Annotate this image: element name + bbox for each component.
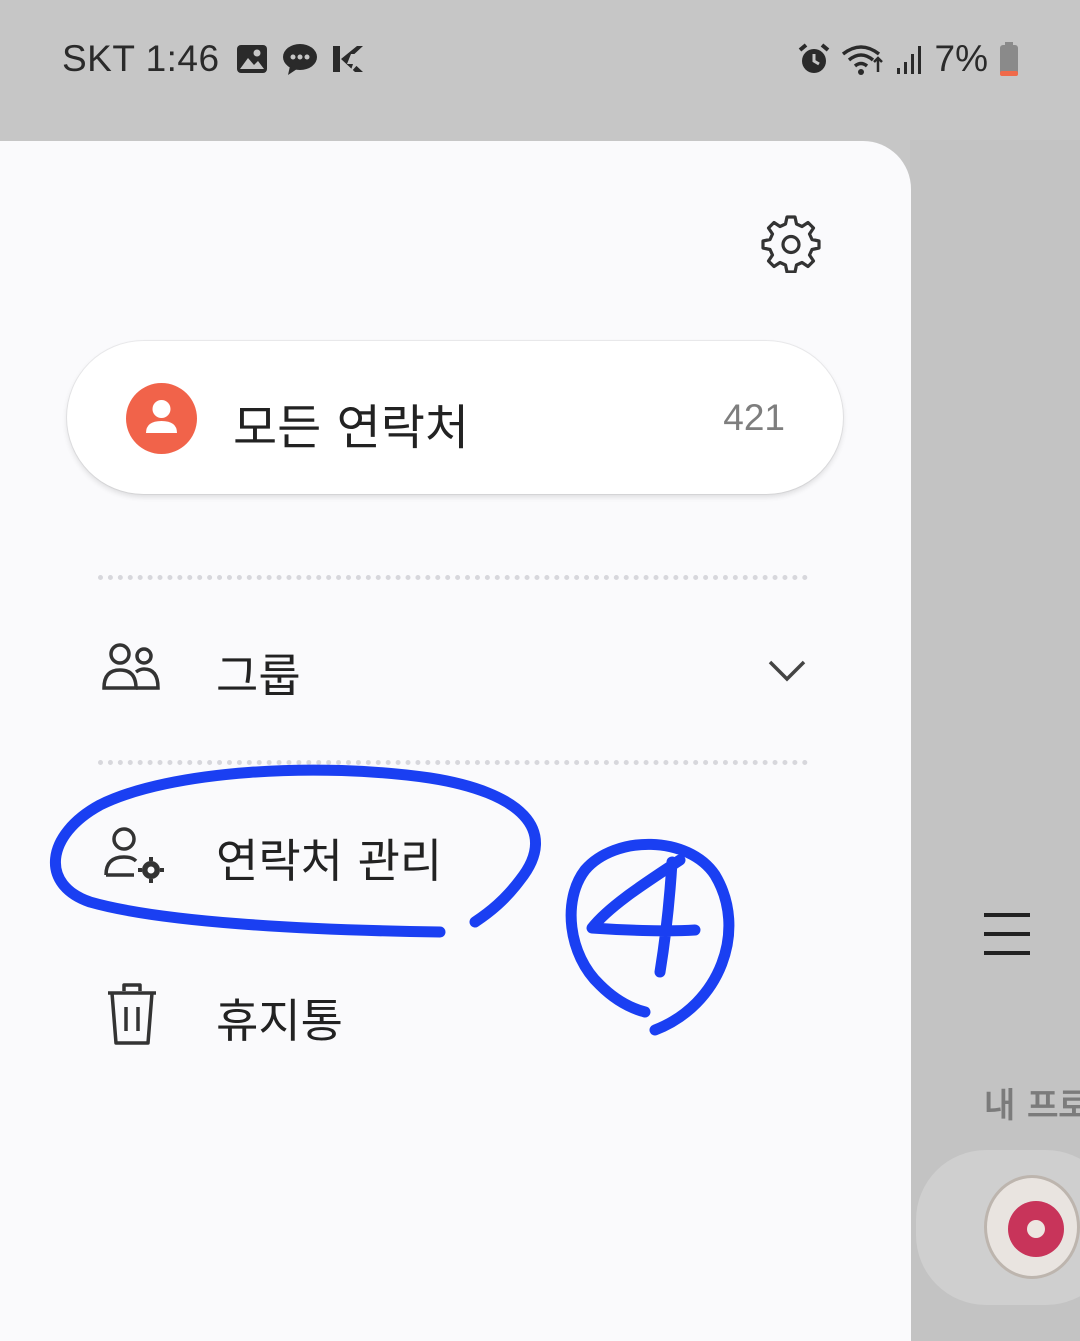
chevron-down-icon[interactable] — [764, 648, 810, 694]
my-profile-label: 내 프로 — [984, 1086, 1080, 1126]
wifi-icon — [841, 45, 883, 75]
person-icon — [126, 383, 197, 454]
person-settings-icon — [104, 827, 164, 883]
groups-label: 그룹 — [216, 649, 301, 703]
system-icons: 7% — [797, 38, 1020, 80]
navigation-drawer — [0, 141, 911, 1341]
sidebar-item-trash[interactable]: 휴지통 — [96, 965, 816, 1065]
gallery-icon — [237, 45, 267, 73]
status-bar: SKT 1:46 7% — [0, 0, 1080, 120]
group-icon — [102, 643, 160, 690]
battery-percent: 7% — [934, 38, 988, 79]
manage-contacts-label: 연락처 관리 — [216, 834, 443, 888]
app-icon — [333, 46, 363, 73]
hamburger-icon[interactable] — [984, 910, 1032, 958]
notification-icons — [235, 42, 365, 76]
settings-button[interactable] — [758, 210, 824, 276]
trash-icon — [108, 983, 156, 1045]
sidebar-item-groups[interactable]: 그룹 — [96, 620, 816, 720]
alarm-icon — [798, 43, 829, 73]
all-contacts-count: 421 — [723, 397, 785, 438]
battery-icon — [1000, 42, 1018, 76]
divider — [98, 575, 808, 580]
all-contacts-label: 모든 연락처 — [233, 400, 470, 456]
gear-icon — [761, 215, 821, 273]
carrier-time: SKT 1:46 — [62, 38, 220, 79]
chat-icon — [283, 44, 317, 75]
signal-icon — [896, 46, 921, 74]
all-contacts-button[interactable]: 모든 연락처 421 — [67, 341, 843, 494]
sidebar-item-manage-contacts[interactable]: 연락처 관리 — [96, 805, 816, 905]
divider — [98, 760, 808, 765]
trash-label: 휴지통 — [216, 994, 343, 1048]
